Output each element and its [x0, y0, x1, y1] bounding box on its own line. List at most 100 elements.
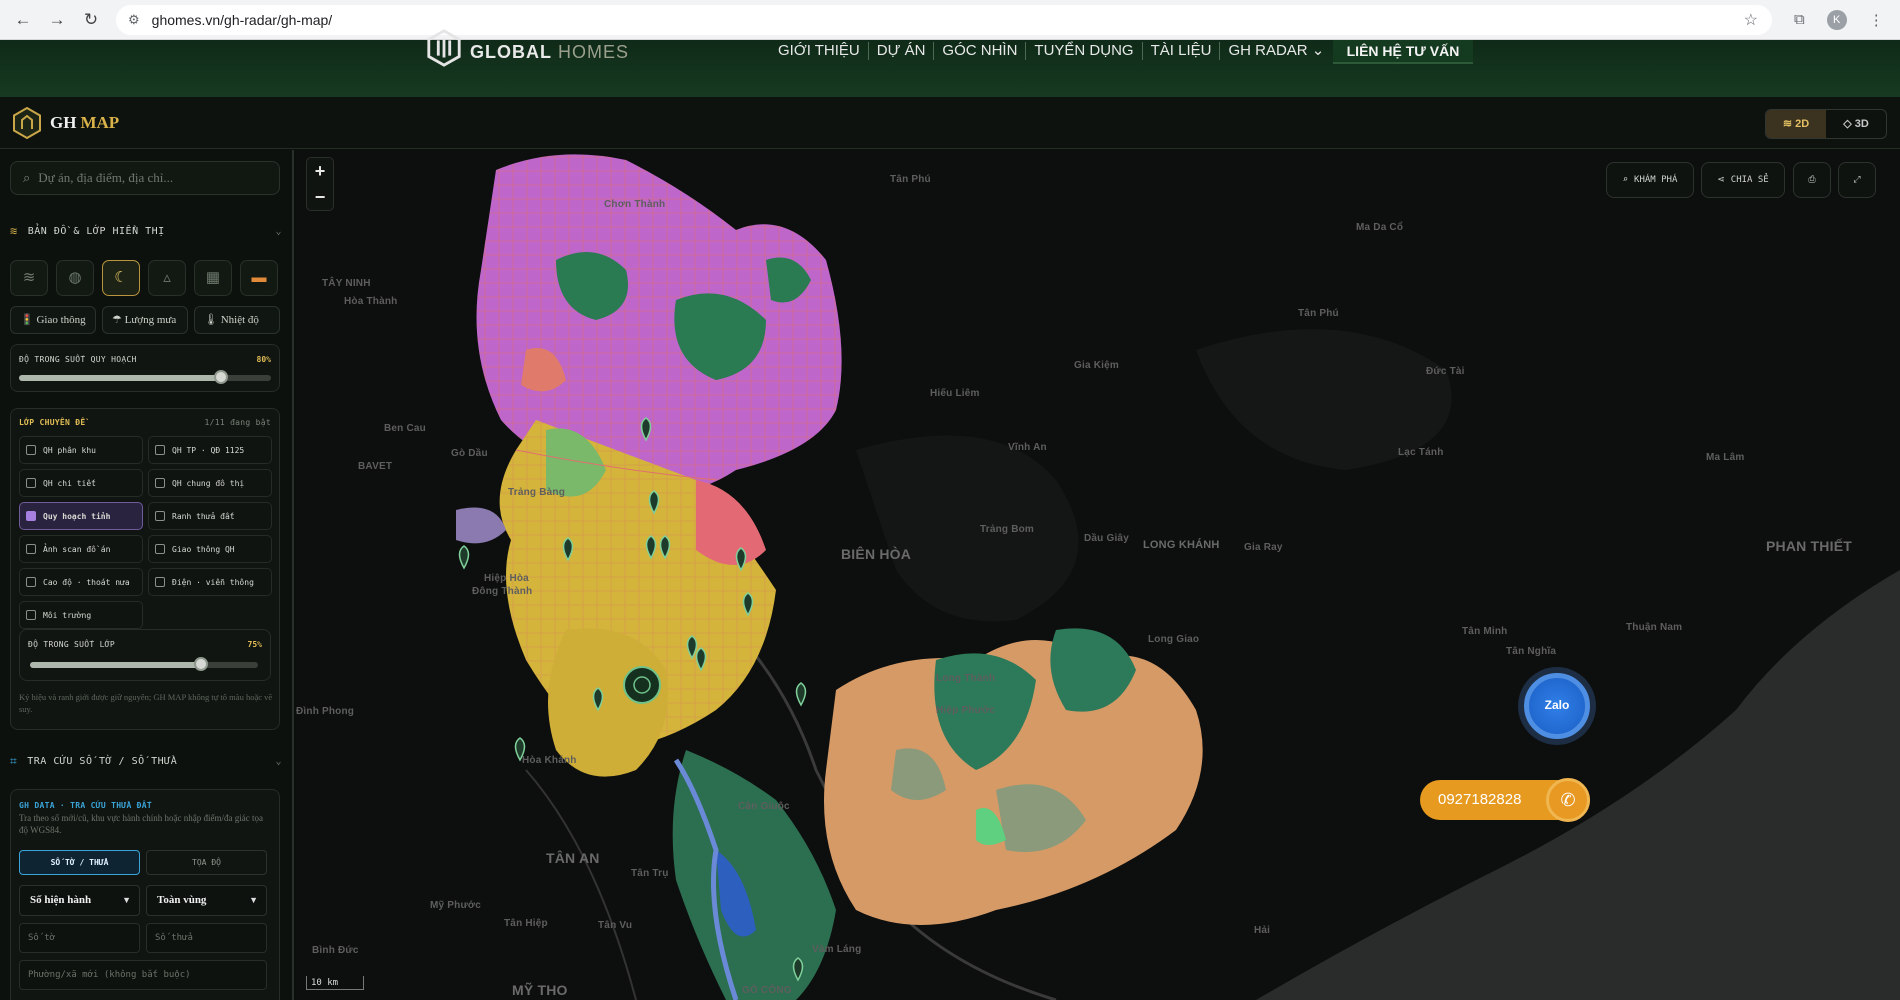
profile-avatar[interactable]: K [1826, 9, 1847, 30]
hotline-button[interactable]: 0927182828 ✆ [1420, 778, 1590, 822]
place-label: Long Thành [936, 673, 996, 684]
layer-moi-truong[interactable]: Môi trường [19, 601, 143, 629]
checkbox[interactable] [26, 478, 36, 488]
basemap-globe-icon[interactable]: ◍ [56, 260, 94, 296]
checkbox[interactable] [155, 511, 165, 521]
fullscreen-icon: ⤢ [1853, 175, 1861, 185]
place-label: Ma Lâm [1706, 452, 1745, 463]
menu-kebab-icon[interactable]: ⋮ [1869, 11, 1884, 29]
layer-quy-hoach-tinh[interactable]: Quy hoạch tỉnh [19, 502, 143, 530]
mode-2d-button[interactable]: ≋ 2D [1766, 110, 1826, 138]
nav-tai-lieu[interactable]: TÀI LIỆU [1143, 42, 1221, 60]
layers-section-header[interactable]: ≋ BẢN ĐỒ & LỚP HIỂN THỊ ⌄ [10, 224, 282, 238]
layer-ranh-thua-dat[interactable]: Ranh thửa đất [148, 502, 272, 530]
select-number-type-value: Số hiện hành [30, 894, 92, 906]
search-input[interactable]: ⌕ Dự án, địa điểm, địa chỉ... [10, 161, 280, 195]
pill-temperature[interactable]: 🌡 Nhiệt độ [194, 306, 280, 334]
place-label: Mỹ Phước [430, 900, 481, 911]
address-bar[interactable]: ⚙ ghomes.vn/gh-radar/gh-map/ ☆ [116, 4, 1772, 35]
reload-icon[interactable]: ↻ [80, 9, 102, 31]
tab-so-to-thua[interactable]: SỐ TỜ / THỬA [19, 850, 140, 875]
planning-opacity-slider[interactable] [19, 370, 271, 384]
sidebar-panel: ⌕ Dự án, địa điểm, địa chỉ... ≋ BẢN ĐỒ &… [0, 150, 294, 1000]
layer-label: Cao độ · thoát nưa [43, 577, 130, 587]
checkbox[interactable] [155, 445, 165, 455]
place-label: LONG KHÁNH [1143, 539, 1220, 551]
checkbox[interactable] [155, 544, 165, 554]
fullscreen-button[interactable]: ⤢ [1838, 162, 1876, 198]
place-label: Tân Phú [890, 174, 931, 185]
topic-layers-title: LỚP CHUYÊN ĐỀ [19, 418, 86, 427]
select-region[interactable]: Toàn vùng ▼ [146, 885, 267, 916]
layer-opacity-knob[interactable] [194, 657, 208, 671]
place-label: Tân Minh [1462, 626, 1508, 637]
layer-qh-tp[interactable]: QH TP · QĐ 1125 [148, 436, 272, 464]
nav-tuyen-dung[interactable]: TUYỂN DỤNG [1026, 42, 1143, 60]
select-number-type[interactable]: Số hiện hành ▼ [19, 885, 140, 916]
back-icon[interactable]: ← [12, 9, 34, 31]
layer-opacity-slider[interactable] [30, 657, 258, 671]
basemap-sunset-icon[interactable]: ▬ [240, 260, 278, 296]
map-scale-bar: 10 km [306, 976, 364, 990]
contact-cta-button[interactable]: LIÊN HỆ TƯ VẤN [1333, 40, 1473, 64]
explore-button[interactable]: ⌕ KHÁM PHÁ [1606, 162, 1694, 198]
zoom-out-button[interactable]: − [307, 184, 333, 210]
basemap-grid-icon[interactable]: ▦ [194, 260, 232, 296]
layer-qh-chi-tiet[interactable]: QH chi tiết [19, 469, 143, 497]
checkbox[interactable] [26, 610, 36, 620]
zoom-in-button[interactable]: + [307, 158, 333, 184]
checkbox[interactable] [26, 445, 36, 455]
sheet-number-input[interactable]: Số tờ [19, 923, 140, 953]
share-button[interactable]: ⋖ CHIA SẺ [1701, 162, 1785, 198]
site-settings-icon[interactable]: ⚙ [128, 12, 140, 28]
planning-opacity-fill [19, 375, 221, 381]
layer-label: Môi trường [43, 610, 92, 620]
global-homes-logo[interactable]: GLOBAL HOMES [424, 29, 630, 67]
select-region-value: Toàn vùng [157, 894, 207, 906]
gh-map-brand: GH MAP [12, 107, 119, 139]
layer-cao-do[interactable]: Cao độ · thoát nưa [19, 568, 143, 596]
gh-data-title: GH DATA · TRA CỨU THỬA ĐẤT [19, 801, 153, 810]
basemap-moon-icon[interactable]: ☾ [102, 260, 140, 296]
ward-input[interactable]: Phường/xã mới (không bắt buộc) [19, 960, 267, 990]
checkbox[interactable] [155, 478, 165, 488]
nav-gh-radar[interactable]: GH RADAR ⌄ [1220, 42, 1332, 60]
print-button[interactable]: ⎙ [1793, 162, 1831, 198]
nav-du-an[interactable]: DỰ ÁN [869, 42, 935, 60]
layer-qh-phan-khu[interactable]: QH phân khu [19, 436, 143, 464]
bookmark-star-icon[interactable]: ☆ [1744, 10, 1758, 30]
nav-goc-nhin[interactable]: GÓC NHÌN [934, 42, 1027, 60]
gh-data-card: GH DATA · TRA CỨU THỬA ĐẤT Tra theo số m… [10, 789, 280, 1000]
layer-qh-chung-do-thi[interactable]: QH chung đô thị [148, 469, 272, 497]
pill-traffic[interactable]: 🚦 Giao thông [10, 306, 96, 334]
basemap-terrain-icon[interactable]: ▵ [148, 260, 186, 296]
layer-dien-vien-thong[interactable]: Điện · viễn thông [148, 568, 272, 596]
cube-icon: ◇ [1843, 118, 1855, 130]
pill-rainfall[interactable]: ☂ Lượng mưa [102, 306, 188, 334]
logo-word-homes: HOMES [558, 41, 630, 62]
explore-label: KHÁM PHÁ [1634, 175, 1678, 185]
checkbox[interactable] [155, 577, 165, 587]
planning-opacity-knob[interactable] [213, 370, 228, 384]
place-label: Hiệp Hòa [484, 573, 529, 584]
basemap-layers-icon[interactable]: ≋ [10, 260, 48, 296]
checkbox-checked[interactable] [26, 511, 36, 521]
mode-3d-button[interactable]: ◇ 3D [1826, 110, 1886, 138]
lookup-section-header[interactable]: ⌗ TRA CỨU SỐ TỜ / SỐ THỬA ⌄ [10, 754, 282, 769]
cluster-marker[interactable] [623, 666, 661, 704]
zalo-chat-button[interactable]: Zalo [1524, 673, 1590, 739]
checkbox[interactable] [26, 577, 36, 587]
layer-giao-thong-qh[interactable]: Giao thông QH [148, 535, 272, 563]
share-label: CHIA SẺ [1730, 175, 1769, 185]
nav-gioi-thieu[interactable]: GIỚI THIỆU [770, 42, 869, 60]
forward-icon[interactable]: → [46, 9, 68, 31]
global-homes-logo-mark [427, 29, 461, 67]
project-marker-icon[interactable] [795, 682, 807, 707]
extensions-icon[interactable]: ⧉ [1794, 11, 1805, 28]
map-canvas[interactable]: + − ⌕ KHÁM PHÁ ⋖ CHIA SẺ ⎙ ⤢ Tân Phú Chơn … [296, 150, 1900, 1000]
project-marker-icon[interactable] [458, 545, 470, 570]
parcel-number-input[interactable]: Số thửa [146, 923, 267, 953]
tab-toa-do[interactable]: TỌA ĐỘ [146, 850, 267, 875]
checkbox[interactable] [26, 544, 36, 554]
layer-anh-scan[interactable]: Ảnh scan đồ án [19, 535, 143, 563]
